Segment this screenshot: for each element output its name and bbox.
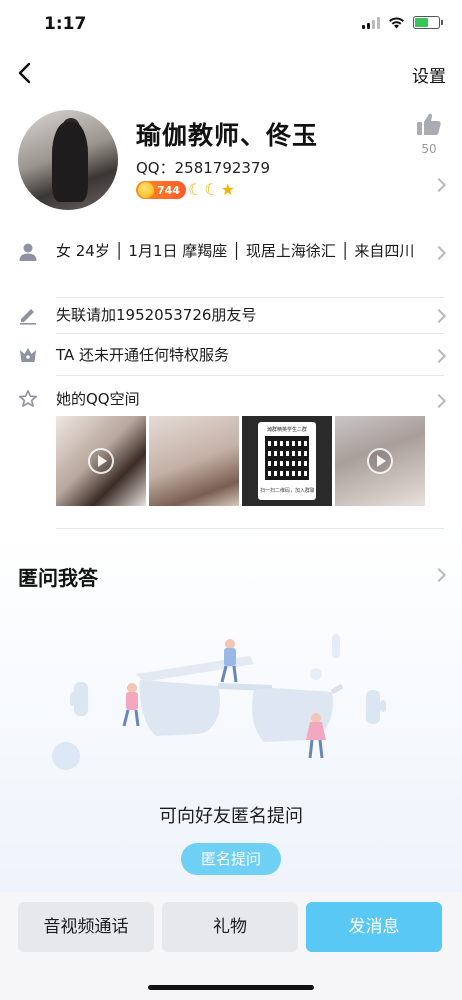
qr-title: 瀚群精英学生二群 (266, 427, 307, 433)
video-call-button[interactable]: 音视频通话 (18, 902, 154, 952)
qzone-photo[interactable]: 瀚群精英学生二群 扫一扫二维码，加入群聊 (242, 416, 332, 506)
thumbs-up-icon (417, 113, 441, 135)
star-icon: ★ (220, 180, 235, 199)
qzone-photo[interactable] (335, 416, 425, 506)
qzone-photo[interactable] (56, 416, 146, 506)
chevron-left-icon[interactable] (14, 60, 38, 86)
basic-info: 女 24岁 │ 1月1日 摩羯座 │ 现居上海徐汇 │ 来自四川 (56, 242, 415, 260)
status-icons (362, 16, 443, 29)
person-icon (19, 243, 37, 261)
crown-icon (20, 348, 36, 362)
status-bar: 1:17 (0, 0, 462, 48)
level-badges[interactable]: 744 ☾ ☾ ★ (136, 181, 235, 199)
play-icon (367, 448, 393, 474)
sun-icon (138, 182, 154, 198)
sunglasses-illustration (52, 634, 386, 770)
like-count: 50 (421, 142, 437, 156)
moon-icon: ☾ (204, 180, 219, 199)
chevron-right-icon[interactable] (431, 177, 447, 193)
battery-icon (413, 16, 443, 29)
pencil-icon (20, 309, 36, 325)
profile-name: 瑜伽教师、佟玉 (136, 121, 319, 150)
gift-button[interactable]: 礼物 (162, 902, 298, 952)
chevron-right-icon[interactable] (431, 245, 447, 261)
level-badge: 744 (136, 181, 186, 199)
divider (56, 333, 444, 334)
send-message-button[interactable]: 发消息 (306, 902, 442, 952)
chevron-right-icon[interactable] (431, 348, 447, 364)
home-indicator[interactable] (148, 985, 314, 990)
star-outline-icon (19, 390, 37, 407)
privilege-text: TA 还未开通任何特权服务 (56, 346, 230, 364)
qzone-photo[interactable] (149, 416, 239, 506)
divider (56, 297, 444, 298)
bottom-action-bar: 音视频通话 礼物 发消息 (0, 892, 462, 1000)
qa-title[interactable]: 匿问我答 (18, 562, 98, 591)
qzone-link[interactable]: 她的QQ空间 (56, 386, 418, 412)
qr-code-icon (265, 436, 309, 480)
avatar[interactable] (18, 110, 118, 210)
play-icon (88, 448, 114, 474)
qq-number: QQ：2581792379 (136, 159, 271, 177)
wifi-icon (389, 16, 404, 28)
qa-prompt: 可向好友匿名提问 (159, 806, 303, 827)
moon-icon: ☾ (187, 180, 203, 199)
qr-footer: 扫一扫二维码，加入群聊 (260, 488, 314, 494)
like-button[interactable]: 50 (414, 112, 444, 156)
settings-button[interactable]: 设置 (412, 62, 446, 87)
chevron-right-icon[interactable] (431, 393, 447, 409)
anonymous-ask-button[interactable]: 匿名提问 (181, 843, 281, 875)
qzone-photos: 瀚群精英学生二群 扫一扫二维码，加入群聊 (56, 416, 425, 506)
status-time: 1:17 (44, 14, 87, 34)
qr-card: 瀚群精英学生二群 扫一扫二维码，加入群聊 (258, 422, 316, 500)
chevron-right-icon[interactable] (431, 308, 447, 324)
level-number: 744 (157, 183, 180, 197)
cellular-signal-icon (362, 16, 380, 29)
signature-text: 失联请加1952053726朋友号 (56, 306, 257, 324)
divider (56, 528, 444, 529)
divider (56, 375, 444, 376)
